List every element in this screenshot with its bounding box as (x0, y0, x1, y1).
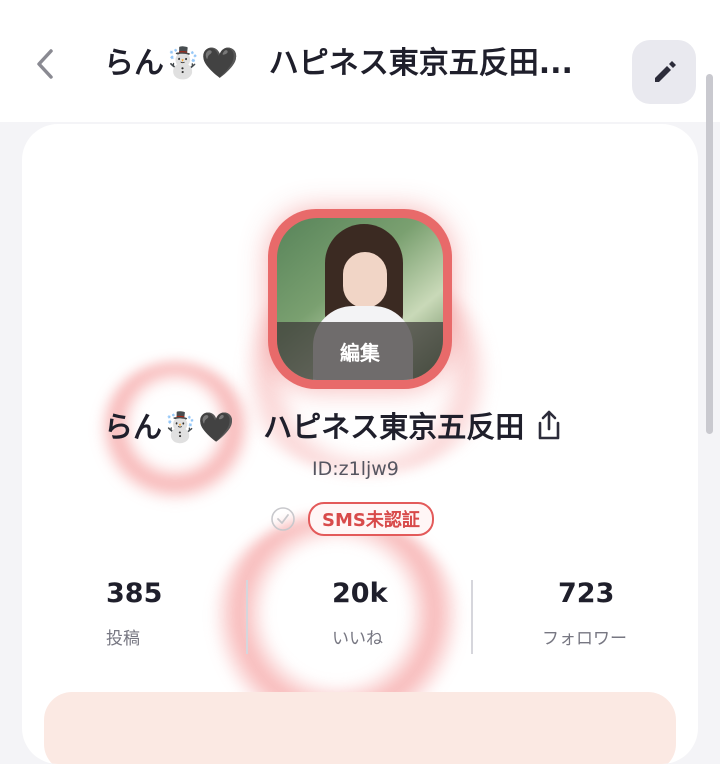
back-button[interactable] (30, 46, 60, 82)
edit-profile-button[interactable] (632, 40, 696, 104)
scrollbar[interactable] (706, 74, 713, 434)
stat-followers-value: 723 (558, 578, 615, 609)
stat-followers-label: フォロワー (542, 629, 627, 649)
stat-posts[interactable]: 385 投稿 (106, 576, 256, 666)
name-row: らん☃️🖤 ハピネス東京五反田 (104, 400, 624, 450)
stat-followers[interactable]: 723 フォロワー (542, 576, 692, 666)
chevron-left-icon (37, 49, 53, 79)
profile-card: 編集 らん☃️🖤 ハピネス東京五反田 ID:z1ljw9 SMS未認証 385 … (22, 124, 698, 764)
user-id: ID:z1ljw9 (312, 458, 399, 480)
avatar-edit-button[interactable]: 編集 (277, 322, 443, 380)
avatar-face (343, 252, 387, 308)
stat-posts-value: 385 (106, 578, 163, 609)
avatar: 編集 (277, 218, 443, 380)
profile-name: らん☃️🖤 ハピネス東京五反田 (104, 410, 525, 444)
stat-likes-label: いいね (332, 629, 383, 649)
page-title: らん☃️🖤 ハピネス東京五反田... (104, 46, 573, 81)
stats-row: 385 投稿 20k いいね 723 フォロワー (22, 576, 698, 666)
stat-likes[interactable]: 20k いいね (332, 576, 482, 666)
bottom-banner[interactable] (44, 692, 676, 764)
stat-likes-value: 20k (332, 578, 388, 609)
avatar-frame[interactable]: 編集 (268, 209, 452, 389)
share-icon (538, 410, 560, 440)
check-circle-icon (271, 507, 295, 531)
pencil-icon (655, 61, 676, 82)
stats-divider (471, 580, 473, 654)
verification-row: SMS未認証 (270, 502, 434, 536)
stat-posts-label: 投稿 (106, 629, 140, 649)
top-bar: らん☃️🖤 ハピネス東京五反田... (0, 0, 720, 122)
stats-divider (246, 580, 248, 654)
share-button[interactable] (534, 407, 564, 443)
sms-verification-badge[interactable]: SMS未認証 (308, 502, 434, 536)
